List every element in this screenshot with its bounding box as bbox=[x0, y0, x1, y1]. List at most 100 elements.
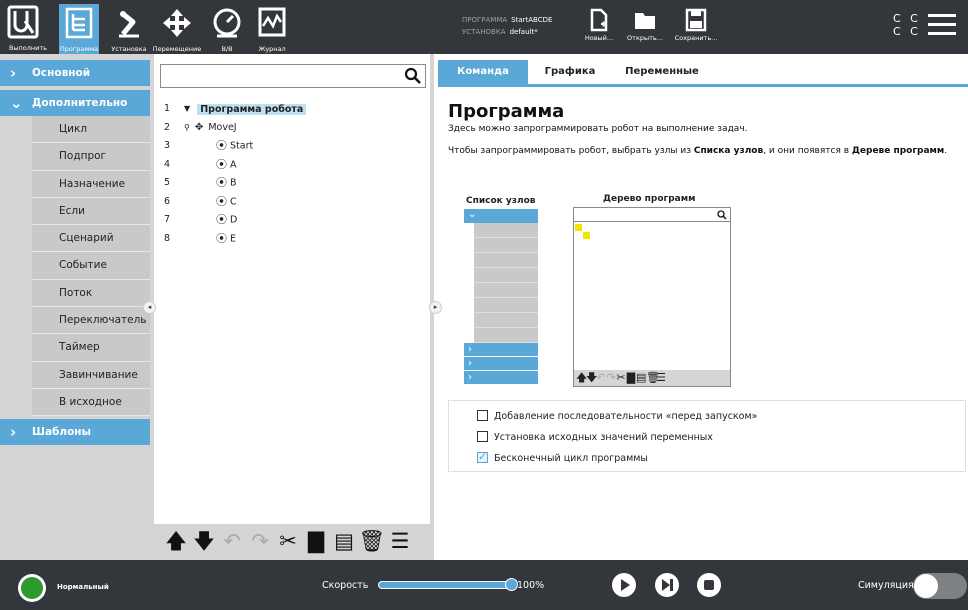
nav-item-timer[interactable]: Таймер bbox=[32, 334, 150, 362]
section-advanced[interactable]: ⌄ Дополнительно bbox=[0, 90, 150, 116]
nav-item-switch[interactable]: Переключатель bbox=[32, 307, 150, 335]
tree-search bbox=[160, 64, 426, 88]
option-label: Добавление последовательности «перед зап… bbox=[494, 411, 758, 422]
io-tab[interactable]: В/В bbox=[208, 4, 246, 54]
list-item bbox=[474, 238, 538, 253]
nav-item-loop[interactable]: Цикл bbox=[32, 116, 150, 144]
tree-node-label: B bbox=[230, 177, 237, 189]
chevron-right-icon: › bbox=[464, 371, 538, 385]
search-icon[interactable] bbox=[404, 67, 422, 85]
nav-item-event[interactable]: Событие bbox=[32, 252, 150, 280]
speed-slider-fill bbox=[379, 582, 511, 588]
move-down-icon[interactable]: 🡇 bbox=[190, 524, 218, 558]
move-up-icon[interactable]: 🡅 bbox=[162, 524, 190, 558]
option-loop-forever[interactable]: Бесконечный цикл программы bbox=[477, 450, 648, 466]
robot-status-label: Нормальный bbox=[57, 583, 109, 591]
tab-command[interactable]: Команда bbox=[438, 60, 528, 84]
open-file-button[interactable]: Открыть... bbox=[622, 8, 668, 42]
nav-item-label: Поток bbox=[59, 286, 93, 299]
nav-item-label: Цикл bbox=[59, 123, 88, 135]
collapse-right-handle[interactable]: ▸ bbox=[429, 301, 442, 314]
node-nav-sidebar: › Основной ⌄ Дополнительно Цикл Подпрог … bbox=[0, 54, 150, 560]
step-button[interactable] bbox=[655, 573, 679, 597]
run-tab-label: Выполнить bbox=[8, 44, 48, 52]
save-file-button[interactable]: Сохранить... bbox=[672, 8, 720, 42]
cc-indicator: C C C C bbox=[893, 12, 921, 38]
tree-line-number: 6 bbox=[164, 195, 171, 207]
list-item bbox=[474, 298, 538, 313]
tree-node-label: MoveJ bbox=[208, 122, 237, 133]
highlight-marker bbox=[583, 232, 590, 239]
command-tabs: Команда Графика Переменные bbox=[438, 60, 968, 87]
program-tree-panel: 1 ▼ Программа робота 2 ⚲ ✥ MoveJ 3 ⦿ Sta… bbox=[150, 54, 434, 560]
play-button[interactable] bbox=[612, 573, 636, 597]
tree-node-label: C bbox=[230, 196, 237, 207]
help-text-bold: Списка узлов bbox=[693, 146, 764, 156]
installation-tab[interactable]: Установка bbox=[108, 4, 150, 54]
program-tab[interactable]: Программа bbox=[59, 4, 99, 54]
new-file-button[interactable]: Новый... bbox=[580, 8, 618, 42]
chevron-down-icon: ⌄ bbox=[464, 209, 538, 223]
log-tab-label: Журнал bbox=[258, 45, 286, 53]
cut-icon[interactable]: ✂ bbox=[274, 524, 302, 558]
nav-item-home[interactable]: В исходное bbox=[32, 388, 150, 417]
nav-item-if[interactable]: Если bbox=[32, 197, 150, 226]
chevron-down-icon: ⌄ bbox=[10, 94, 23, 112]
log-tab[interactable]: Журнал bbox=[252, 4, 292, 54]
installation-tab-label: Установка bbox=[111, 45, 147, 53]
paste-icon[interactable]: ▤ bbox=[330, 524, 358, 558]
tree-node-label: E bbox=[230, 233, 237, 244]
move-arrows-icon bbox=[163, 9, 191, 37]
nav-item-label: В исходное bbox=[59, 395, 122, 408]
nav-item-thread[interactable]: Поток bbox=[32, 279, 150, 308]
section-templates[interactable]: › Шаблоны bbox=[0, 419, 150, 446]
option-init-variables[interactable]: Установка исходных значений переменных bbox=[477, 431, 713, 445]
undo-icon[interactable]: ↶ bbox=[218, 524, 246, 558]
undo-icon: ↶ bbox=[596, 371, 606, 384]
mini-search bbox=[574, 208, 730, 222]
nav-item-label: Переключатель bbox=[59, 314, 147, 327]
tree-search-input[interactable] bbox=[161, 65, 401, 87]
program-info-label: ПРОГРАММА bbox=[462, 16, 508, 24]
tree-node-label: D bbox=[230, 214, 238, 226]
tree-line-number: 4 bbox=[164, 158, 171, 170]
tree-line-number: 7 bbox=[164, 214, 171, 225]
simulation-toggle[interactable] bbox=[913, 573, 967, 599]
section-basic[interactable]: › Основной bbox=[0, 60, 150, 86]
nav-item-script[interactable]: Сценарий bbox=[32, 225, 150, 253]
waypoint-icon: ⦿ bbox=[216, 213, 227, 226]
suppress-icon[interactable]: ☰ bbox=[386, 524, 414, 558]
simulation-label: Симуляция bbox=[858, 580, 914, 591]
tree-node-label: Start bbox=[230, 140, 254, 152]
stop-button[interactable] bbox=[697, 573, 721, 597]
io-tab-label: В/В bbox=[221, 45, 233, 53]
delete-icon[interactable]: 🗑 bbox=[358, 524, 386, 558]
robot-status-indicator[interactable] bbox=[18, 574, 46, 602]
nav-item-assignment[interactable]: Назначение bbox=[32, 170, 150, 198]
loop-forever-checkbox[interactable] bbox=[477, 450, 488, 464]
tree-line-number: 1 bbox=[164, 103, 171, 114]
tree-node-label: A bbox=[230, 159, 237, 170]
collapse-left-handle[interactable]: ◂ bbox=[143, 301, 156, 314]
copy-icon[interactable]: ▇ bbox=[302, 524, 330, 558]
chevron-right-icon: › bbox=[10, 64, 17, 82]
page-description: Здесь можно запрограммировать робот на в… bbox=[448, 124, 748, 134]
nav-item-screwdriving[interactable]: Завинчивание bbox=[32, 361, 150, 389]
redo-icon[interactable]: ↷ bbox=[246, 524, 274, 558]
toggle-knob bbox=[914, 574, 938, 598]
option-before-start[interactable]: Добавление последовательности «перед зап… bbox=[477, 410, 757, 424]
list-item bbox=[474, 283, 538, 298]
list-item bbox=[474, 268, 538, 283]
speed-slider-track[interactable] bbox=[378, 581, 512, 589]
nav-item-subprog[interactable]: Подпрог bbox=[32, 143, 150, 171]
menu-hamburger-icon[interactable] bbox=[928, 14, 956, 36]
tab-graphics[interactable]: Графика bbox=[528, 60, 612, 84]
collapse-triangle-icon[interactable]: ▼ bbox=[184, 100, 190, 118]
before-start-checkbox[interactable] bbox=[477, 410, 488, 421]
run-tab[interactable]: Выполнить bbox=[5, 5, 51, 53]
tab-variables[interactable]: Переменные bbox=[612, 60, 712, 84]
move-tab[interactable]: Перемещение bbox=[152, 4, 202, 54]
tree-toolbar: 🡅 🡇 ↶ ↷ ✂ ▇ ▤ 🗑 ☰ bbox=[154, 524, 430, 560]
init-variables-checkbox[interactable] bbox=[477, 431, 488, 442]
help-text-bold: Дереве программ bbox=[851, 146, 945, 156]
